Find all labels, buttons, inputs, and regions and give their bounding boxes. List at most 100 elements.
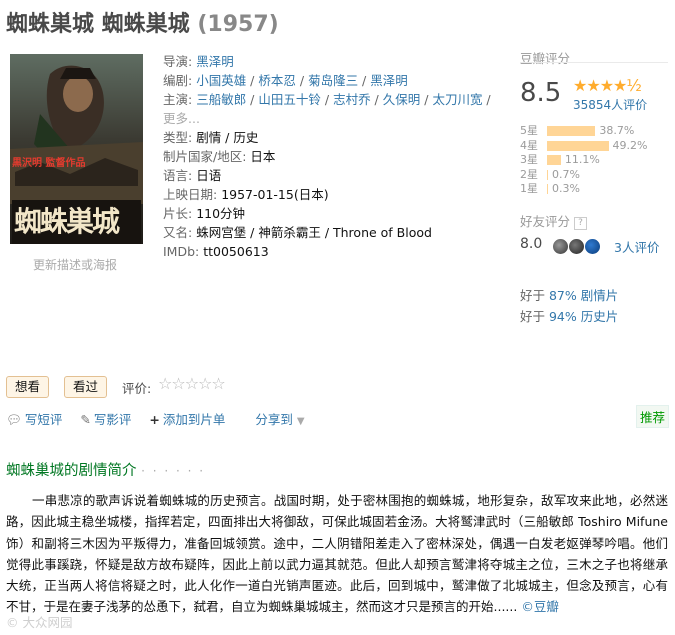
- country-label: 制片国家/地区:: [163, 149, 251, 164]
- friend-rating-label: 好友评分: [520, 214, 571, 229]
- director-label: 导演:: [163, 54, 197, 69]
- language-value: 日语: [196, 168, 222, 183]
- writer-link[interactable]: 桥本忍: [258, 73, 296, 88]
- plus-icon: +: [149, 412, 160, 427]
- rate-stars-icon[interactable]: ☆☆☆☆☆: [158, 374, 226, 393]
- rating-percent: 38.7%: [599, 124, 635, 137]
- add-to-list[interactable]: + 添加到片单: [149, 412, 225, 427]
- better-than-genre[interactable]: 历史片: [581, 309, 619, 324]
- rating-stars-icon: ★★★★½: [573, 76, 642, 95]
- share-dropdown[interactable]: 分享到 ▼: [255, 412, 304, 427]
- writer-link[interactable]: 小国英雄: [196, 73, 246, 88]
- watermark: © 大众网园: [6, 615, 73, 630]
- better-than: 好于 87% 剧情片 好于 94% 历史片: [520, 285, 618, 327]
- rating-bar: [547, 140, 609, 151]
- add-to-list-link[interactable]: 添加到片单: [163, 412, 226, 427]
- write-short-review[interactable]: 💬︎ 写短评: [6, 412, 62, 427]
- info-imdb: IMDb: tt0050613: [163, 242, 503, 261]
- rating-row-label: 3星: [520, 153, 538, 166]
- info-more: 更多...: [163, 109, 503, 128]
- summary-text: 一串悲凉的歌声诉说着蜘蛛城的历史预言。战国时期，处于密林围抱的蜘蛛城，地形复杂，…: [6, 493, 668, 615]
- genre-label: 类型:: [163, 130, 197, 145]
- summary-body: 一串悲凉的歌声诉说着蜘蛛城的历史预言。战国时期，处于密林围抱的蜘蛛城，地形复杂，…: [6, 490, 668, 618]
- movie-poster[interactable]: 黒沢明 監督作品 蜘蛛巣城: [10, 54, 143, 244]
- share-link[interactable]: 分享到: [255, 412, 293, 427]
- cast-link[interactable]: 久保明: [383, 92, 421, 107]
- rating-row-label: 1星: [520, 182, 538, 195]
- rating-votes-link[interactable]: 35854人评价: [573, 96, 647, 113]
- writer-link[interactable]: 黑泽明: [370, 73, 408, 88]
- poster-title-text: 蜘蛛巣城: [14, 205, 120, 238]
- separator: /: [370, 92, 383, 107]
- info-director: 导演: 黑泽明: [163, 52, 503, 71]
- better-than-prefix: 好于: [520, 309, 549, 324]
- separator: /: [420, 92, 433, 107]
- rating-bar: [547, 169, 548, 180]
- cast-link[interactable]: 三船敏郎: [196, 92, 246, 107]
- info-language: 语言: 日语: [163, 166, 503, 185]
- rating-percent: 0.3%: [552, 182, 580, 195]
- better-than-item: 好于 87% 剧情片: [520, 285, 618, 306]
- cast-link[interactable]: 志村乔: [333, 92, 371, 107]
- friend-rating-count-link[interactable]: 3人评价: [614, 237, 659, 256]
- rating-percent: 11.1%: [564, 153, 600, 166]
- page-title: 蜘蛛巣城 蜘蛛巣城 (1957): [6, 6, 279, 38]
- language-label: 语言:: [163, 168, 197, 183]
- separator: /: [482, 92, 491, 107]
- poster-credit: 黒沢明 監督作品: [12, 158, 86, 169]
- chevron-down-icon: ▼: [296, 416, 305, 427]
- cast-label: 主演:: [163, 92, 197, 107]
- aka-value: 蛛网宫堡 / 神箭杀霸王 / Throne of Blood: [196, 225, 432, 240]
- rating-percent: 0.7%: [552, 167, 580, 181]
- friend-avatars[interactable]: [553, 236, 601, 255]
- genre-value: 剧情 / 历史: [196, 130, 259, 145]
- douban-credit-link[interactable]: ©豆瓣: [521, 599, 559, 614]
- imdb-value: tt0050613: [203, 244, 269, 259]
- better-than-prefix: 好于: [520, 288, 549, 303]
- pencil-icon: ✎: [80, 412, 91, 427]
- writer-link[interactable]: 菊岛隆三: [308, 73, 358, 88]
- better-than-percent[interactable]: 94%: [549, 309, 577, 324]
- write-review[interactable]: ✎ 写影评: [80, 412, 131, 427]
- avatar[interactable]: [569, 239, 584, 254]
- more-cast-link[interactable]: 更多...: [163, 111, 200, 126]
- country-value: 日本: [250, 149, 276, 164]
- friend-rating-title: 好友评分?: [520, 211, 588, 230]
- rating-percent: 49.2%: [612, 138, 648, 152]
- avatar[interactable]: [585, 239, 600, 254]
- info-writers: 编剧: 小国英雄 / 桥本忍 / 菊岛隆三 / 黑泽明: [163, 71, 503, 90]
- rating-row: 3星 11.1%: [520, 153, 670, 168]
- better-than-percent[interactable]: 87%: [549, 288, 577, 303]
- friend-rating-score: 8.0: [520, 236, 543, 252]
- rating-row-label: 5星: [520, 124, 538, 137]
- summary-dots: · · · · · ·: [141, 464, 206, 478]
- rating-score: 8.5: [520, 78, 562, 108]
- recommend-button[interactable]: 推荐: [636, 405, 670, 428]
- want-to-watch-button[interactable]: 想看: [6, 376, 50, 398]
- info-country: 制片国家/地区: 日本: [163, 147, 503, 166]
- director-link[interactable]: 黑泽明: [196, 54, 234, 69]
- rating-row: 5星 38.7%: [520, 124, 670, 139]
- cast-link[interactable]: 山田五十铃: [258, 92, 321, 107]
- rating-row-label: 2星: [520, 167, 538, 181]
- avatar[interactable]: [553, 239, 568, 254]
- movie-title: 蜘蛛巣城 蜘蛛巣城: [6, 12, 190, 37]
- info-release: 上映日期: 1957-01-15(日本): [163, 185, 503, 204]
- rating-row: 2星 0.7%: [520, 168, 670, 183]
- write-review-link[interactable]: 写影评: [94, 412, 132, 427]
- comment-icon: 💬︎: [6, 412, 22, 427]
- douban-rating: 豆瓣评分 8.5 ★★★★½ 35854人评价 5星 38.7% 4星 49.2% 3星…: [520, 48, 670, 198]
- summary-title: 蜘蛛巢城的剧情简介: [6, 463, 137, 479]
- better-than-genre[interactable]: 剧情片: [581, 288, 619, 303]
- rating-bar: [547, 126, 596, 136]
- edit-poster-link[interactable]: 更新描述或海报: [33, 256, 117, 273]
- watched-button[interactable]: 看过: [64, 376, 108, 398]
- release-value: 1957-01-15(日本): [221, 187, 329, 202]
- help-icon[interactable]: ?: [574, 217, 588, 230]
- rating-row-label: 4星: [520, 138, 538, 152]
- cast-link[interactable]: 太刀川宽: [432, 92, 482, 107]
- write-short-review-link[interactable]: 写短评: [25, 412, 63, 427]
- separator: /: [358, 73, 371, 88]
- movie-year: (1957): [197, 12, 279, 37]
- rating-bar: [547, 184, 548, 194]
